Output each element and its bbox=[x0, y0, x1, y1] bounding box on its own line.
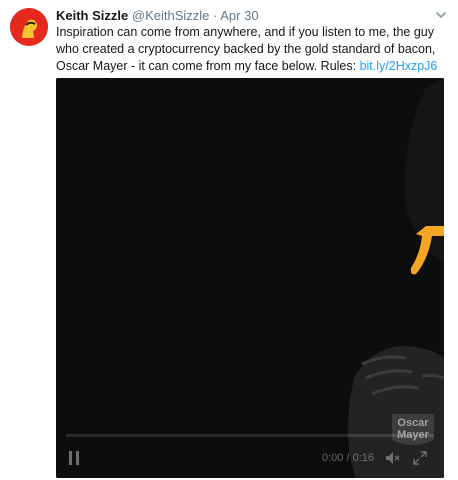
progress-bar[interactable] bbox=[66, 434, 434, 437]
video-time: 0:00 / 0:16 bbox=[322, 452, 374, 464]
avatar[interactable] bbox=[10, 8, 48, 46]
tweet-link[interactable]: bit.ly/2HxzpJ6 bbox=[360, 59, 438, 73]
pause-icon[interactable] bbox=[68, 450, 80, 466]
author-name[interactable]: Keith Sizzle bbox=[56, 8, 128, 23]
separator-dot: · bbox=[213, 8, 218, 23]
volume-icon[interactable] bbox=[384, 450, 400, 466]
fullscreen-icon[interactable] bbox=[412, 450, 428, 466]
tweet[interactable]: Keith Sizzle @KeithSizzle · Apr 30 Inspi… bbox=[0, 0, 458, 480]
author-handle[interactable]: @KeithSizzle bbox=[132, 8, 210, 23]
video-frame bbox=[56, 78, 444, 478]
chevron-down-icon[interactable] bbox=[434, 8, 448, 22]
video-controls: 0:00 / 0:16 bbox=[56, 428, 444, 478]
video-player[interactable]: Oscar Mayer 0:00 / 0:16 bbox=[56, 78, 444, 478]
tweet-header: Keith Sizzle @KeithSizzle · Apr 30 bbox=[56, 8, 259, 24]
tweet-date[interactable]: Apr 30 bbox=[220, 8, 258, 23]
avatar-image bbox=[10, 8, 48, 46]
tweet-text: Inspiration can come from anywhere, and … bbox=[56, 24, 446, 75]
